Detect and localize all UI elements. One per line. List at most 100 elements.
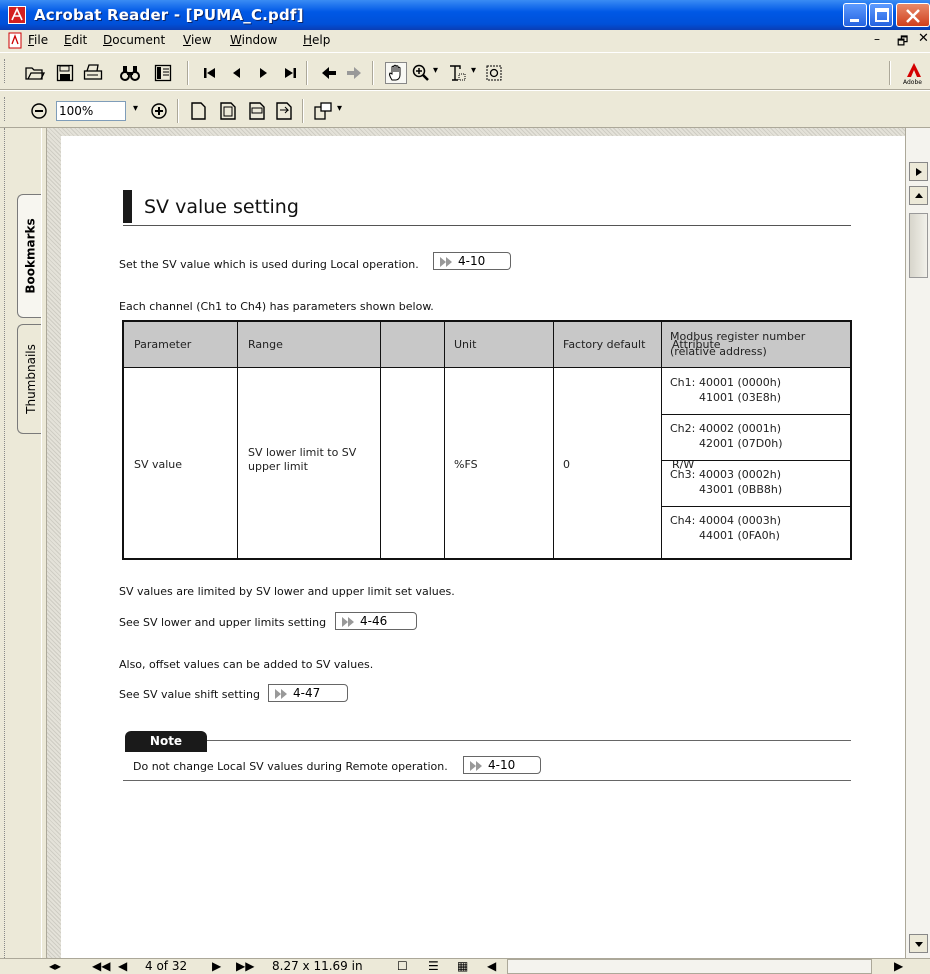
previous-page-icon[interactable] [226,62,248,84]
scroll-right-page-icon[interactable] [909,162,928,181]
previous-page-icon[interactable]: ◀ [118,959,127,973]
page-reference-link[interactable]: 4-10 [463,756,541,774]
print-icon[interactable] [82,62,104,84]
header-unit: Unit [454,338,477,351]
scrollbar-track[interactable] [909,278,928,888]
document-restore-icon[interactable]: 🗗 [897,32,908,53]
page-reference: 4-47 [293,686,321,700]
modbus-ch3-label: Ch3: [670,468,696,481]
document-minimize-icon[interactable]: – [874,32,880,46]
close-button[interactable] [896,3,930,27]
tab-bookmarks-label: Bookmarks [23,218,38,294]
limit-text: SV values are limited by SV lower and up… [119,585,455,598]
rotate-dropdown-icon[interactable]: ▾ [337,103,342,114]
note-rule [123,780,851,781]
document-menu-icon[interactable] [7,32,24,49]
scroll-down-icon[interactable] [909,934,928,953]
last-page-icon[interactable]: ▶▶ [236,959,254,973]
save-icon[interactable] [54,62,76,84]
first-page-icon[interactable] [199,62,221,84]
modbus-ch4-line1: 40004 (0003h) [699,514,782,527]
menu-edit[interactable]: Edit [64,33,87,47]
status-bar: ◂▸ ◀◀ ◀ 4 of 32 ▶ ▶▶ 8.27 x 11.69 in ☐ ☰… [0,958,930,974]
zoom-dropdown-icon[interactable]: ▾ [133,103,138,114]
continuous-page-icon[interactable]: ☰ [428,959,439,973]
zoom-in-tool-icon[interactable] [410,62,432,84]
main-toolbar: ▾ ▾ Adobe [0,52,930,90]
page-reference: 4-10 [488,758,516,772]
shift-reference-text: See SV value shift setting [119,688,260,701]
double-arrow-icon [440,256,454,270]
next-page-icon[interactable]: ▶ [212,959,221,973]
page-reference-link[interactable]: 4-10 [433,252,511,270]
single-page-icon[interactable]: ☐ [397,959,408,973]
zoom-in-icon[interactable] [148,100,170,122]
nav-pane-grip [4,128,7,958]
fit-page-icon[interactable] [217,100,239,122]
cell-range-line2: upper limit [248,460,308,473]
page-reference: 4-10 [458,254,486,268]
document-close-icon[interactable]: ✕ [918,31,929,46]
toolbar-grip[interactable] [4,97,7,121]
zoom-tool-dropdown-icon[interactable]: ▾ [433,65,438,76]
text-select-tool-icon[interactable] [447,62,469,84]
open-icon[interactable] [24,62,46,84]
scroll-left-icon[interactable]: ◀ [487,959,496,973]
modbus-ch2-line2: 42001 (07D0h) [699,437,783,450]
menu-help[interactable]: Help [303,33,330,47]
menu-view[interactable]: View [183,33,211,47]
document-viewport[interactable]: SV value setting Set the SV value which … [47,128,905,958]
menu-document[interactable]: Document [103,33,165,47]
facing-pages-icon[interactable]: ▦ [457,959,468,973]
hand-tool-icon[interactable] [385,62,407,84]
toolbar-grip[interactable] [4,59,7,83]
minimize-button[interactable] [843,3,867,27]
maximize-button[interactable] [869,3,893,27]
zoom-level-input[interactable]: 100% [56,101,126,121]
zoom-out-icon[interactable] [28,100,50,122]
fit-visible-icon[interactable] [273,100,295,122]
toggle-nav-pane-icon[interactable]: ◂▸ [49,959,61,973]
tab-thumbnails[interactable]: Thumbnails [17,324,41,434]
go-forward-icon[interactable] [343,62,365,84]
graphics-select-tool-icon[interactable] [483,62,505,84]
note-badge: Note [125,731,207,752]
show-hide-navigation-pane-icon[interactable] [152,62,174,84]
adobe-logo-icon[interactable]: Adobe [899,62,929,85]
go-back-icon[interactable] [318,62,340,84]
vertical-scrollbar[interactable] [905,128,930,958]
tab-bookmarks[interactable]: Bookmarks [17,194,41,318]
note-rule [207,740,851,741]
last-page-icon[interactable] [279,62,301,84]
double-arrow-icon [275,688,289,702]
modbus-ch2-line1: 40002 (0001h) [699,422,782,435]
rotate-view-icon[interactable] [312,100,334,122]
horizontal-scrollbar[interactable] [507,959,872,974]
fit-width-icon[interactable] [246,100,268,122]
select-tool-dropdown-icon[interactable]: ▾ [471,65,476,76]
toolbar-separator [889,61,891,85]
section-rule [123,225,851,226]
modbus-ch1-line2: 41001 (03E8h) [699,391,781,404]
page-reference-link[interactable]: 4-46 [335,612,417,630]
menu-file[interactable]: File [28,33,48,47]
page-reference-link[interactable]: 4-47 [268,684,348,702]
scrollbar-thumb[interactable] [909,213,928,278]
modbus-ch1-line1: 40001 (0000h) [699,376,782,389]
modbus-row-divider [662,414,850,415]
menu-window[interactable]: Window [230,33,277,47]
intro-text: Set the SV value which is used during Lo… [119,258,419,271]
acrobat-app-icon[interactable] [8,6,26,24]
scroll-right-icon[interactable]: ▶ [894,959,903,973]
modbus-ch3-line2: 43001 (0BB8h) [699,483,783,496]
toolbar-separator [177,99,179,123]
next-page-icon[interactable] [252,62,274,84]
cell-range-line1: SV lower limit to SV [248,446,357,459]
cell-parameter: SV value [134,458,183,471]
actual-size-icon[interactable] [187,100,209,122]
find-icon[interactable] [119,62,141,84]
scroll-up-icon[interactable] [909,186,928,205]
first-page-icon[interactable]: ◀◀ [92,959,110,973]
page-reference: 4-46 [360,614,388,628]
page-number-field[interactable]: 4 of 32 [145,959,187,973]
